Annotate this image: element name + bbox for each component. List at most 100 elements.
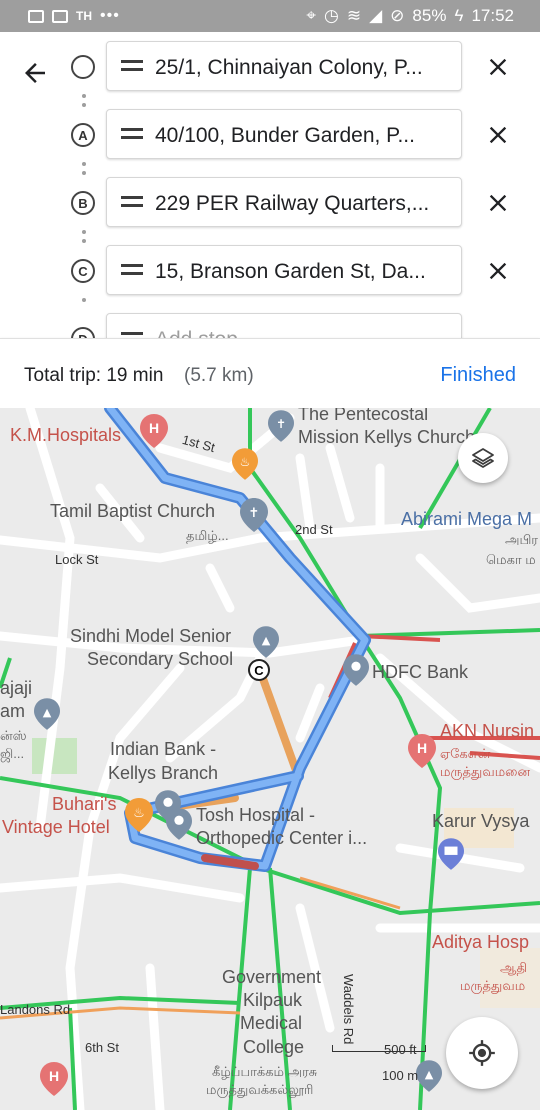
poi-label[interactable]: Karur Vysya <box>432 810 529 833</box>
close-icon[interactable] <box>484 121 512 149</box>
poi-label[interactable]: Buhari's <box>52 793 116 816</box>
poi-label-tamil: மருத்துவக்கல்லூரி <box>206 1082 314 1097</box>
poi-label-tamil: தமிழ்... <box>186 528 229 543</box>
poi-label[interactable]: HDFC Bank <box>372 661 468 684</box>
poi-label[interactable]: Orthopedic Center i... <box>196 827 367 850</box>
add-stop-field[interactable]: Add stop <box>106 313 462 338</box>
school-pin-icon[interactable]: ▲ <box>34 698 60 730</box>
svg-text:✝: ✝ <box>249 506 260 521</box>
street-label: Landons Rd <box>0 1002 71 1017</box>
origin-marker <box>71 55 95 79</box>
poi-label[interactable]: Secondary School <box>87 648 233 671</box>
poi-label[interactable]: Kellys Branch <box>108 762 218 785</box>
stop-b-field[interactable]: 229 PER Railway Quarters,... <box>106 177 462 227</box>
poi-label[interactable]: AKN Nursin <box>440 720 534 743</box>
svg-text:▲: ▲ <box>425 1068 434 1081</box>
poi-label[interactable]: Tosh Hospital - <box>196 804 315 827</box>
dnd-icon: ⊘ <box>390 6 405 25</box>
map-view[interactable]: H ♨ ✝ ✝ ▲ ▲ H ♨ H ▲ C K.M.Hospitals 1st … <box>0 408 540 1110</box>
drag-handle-icon[interactable] <box>121 60 143 72</box>
atm-pin-icon[interactable] <box>438 838 464 870</box>
hospital-pin-icon[interactable]: H <box>40 1062 68 1096</box>
route-connector <box>82 298 86 307</box>
svg-text:H: H <box>149 420 159 436</box>
school-pin-icon[interactable]: ▲ <box>416 1060 442 1092</box>
poi-label[interactable]: Tamil Baptist Church <box>50 500 215 523</box>
poi-label[interactable]: Mission Kellys Church <box>298 426 475 449</box>
total-trip-time: Total trip: 19 min <box>24 365 164 386</box>
svg-text:✝: ✝ <box>276 417 286 431</box>
stop-a-marker: A <box>71 123 95 147</box>
svg-text:H: H <box>417 740 427 756</box>
more-notifications-icon: ••• <box>100 7 120 24</box>
poi-label[interactable]: Kilpauk <box>243 989 302 1012</box>
street-label: 6th St <box>85 1040 119 1055</box>
origin-address: 25/1, Chinnaiyan Colony, P... <box>155 56 423 79</box>
svg-text:H: H <box>49 1068 59 1084</box>
hospital-pin-icon[interactable]: H <box>408 734 436 768</box>
poi-label[interactable]: The Pentecostal <box>298 408 428 426</box>
wifi-icon: ≋ <box>346 6 362 25</box>
carrier-label: TH <box>76 9 92 23</box>
map-stop-c-marker[interactable]: C <box>248 659 270 681</box>
trip-summary-bar: Total trip: 19 min (5.7 km) Finished <box>0 338 540 409</box>
poi-label[interactable]: Aditya Hosp <box>432 931 529 954</box>
stop-d-marker: D <box>71 327 95 338</box>
restaurant-pin-icon[interactable]: ♨ <box>232 448 258 480</box>
poi-label-tamil: மெகா ம <box>486 552 536 567</box>
svg-text:▲: ▲ <box>43 706 52 719</box>
drag-handle-icon[interactable] <box>121 264 143 276</box>
medical-pin-icon[interactable] <box>166 808 192 840</box>
poi-label[interactable]: College <box>243 1036 304 1059</box>
stop-b-marker: B <box>71 191 95 215</box>
battery-charging-icon: ϟ <box>454 6 464 25</box>
location-icon: ⌖ <box>306 6 316 25</box>
drag-handle-icon[interactable] <box>121 128 143 140</box>
poi-label-tamil: மருத்துவமனை <box>440 764 531 779</box>
scale-label-m: 100 m <box>382 1068 419 1083</box>
poi-label[interactable]: Vintage Hotel <box>2 816 110 839</box>
church-pin-icon[interactable]: ✝ <box>268 410 294 442</box>
stop-a-field[interactable]: 40/100, Bunder Garden, P... <box>106 109 462 159</box>
poi-label[interactable]: K.M.Hospitals <box>10 424 121 447</box>
my-location-icon <box>469 1040 495 1066</box>
add-stop-placeholder: Add stop <box>155 328 455 338</box>
scale-label-ft: 500 ft <box>384 1042 417 1057</box>
origin-field[interactable]: 25/1, Chinnaiyan Colony, P... <box>106 41 462 91</box>
poi-label[interactable]: Government <box>222 966 321 989</box>
poi-label[interactable]: Medical <box>240 1012 302 1035</box>
waypoint-row-origin: 25/1, Chinnaiyan Colony, P... <box>0 41 540 93</box>
battery-percent: 85% <box>412 6 447 25</box>
street-label: Waddels Rd <box>341 974 356 1045</box>
drag-handle-icon[interactable] <box>121 196 143 208</box>
hospital-pin-icon[interactable]: H <box>140 414 168 448</box>
poi-label[interactable]: Sindhi Model Senior <box>70 625 231 648</box>
waypoint-row-a: A 40/100, Bunder Garden, P... <box>0 109 540 161</box>
close-icon[interactable] <box>484 53 512 81</box>
directions-panel: 25/1, Chinnaiyan Colony, P... A 40/100, … <box>0 32 540 338</box>
bank-pin-icon[interactable] <box>343 654 369 686</box>
stop-c-address: 15, Branson Garden St, Da... <box>155 260 426 283</box>
gallery-icon <box>28 9 44 23</box>
poi-label-tamil: மருத்துவம <box>460 978 526 993</box>
layers-button[interactable] <box>458 433 508 483</box>
school-pin-icon[interactable]: ▲ <box>253 626 279 658</box>
stop-b-address: 229 PER Railway Quarters,... <box>155 192 430 215</box>
stop-a-address: 40/100, Bunder Garden, P... <box>155 124 415 147</box>
waypoint-row-b: B 229 PER Railway Quarters,... <box>0 177 540 229</box>
waypoint-row-d: D Add stop <box>0 313 540 338</box>
stop-c-field[interactable]: 15, Branson Garden St, Da... <box>106 245 462 295</box>
my-location-button[interactable] <box>446 1017 518 1089</box>
street-label: Lock St <box>55 552 99 567</box>
poi-label[interactable]: ajaji <box>0 677 32 700</box>
poi-label[interactable]: am <box>0 700 25 723</box>
alarm-icon: ◷ <box>324 6 339 25</box>
close-icon[interactable] <box>484 189 512 217</box>
signal-icon: ◢ <box>369 6 383 25</box>
restaurant-pin-icon[interactable]: ♨ <box>125 798 153 832</box>
layers-icon <box>472 448 494 468</box>
finished-button[interactable]: Finished <box>440 364 516 387</box>
church-pin-icon[interactable]: ✝ <box>240 498 268 532</box>
close-icon[interactable] <box>484 257 512 285</box>
poi-label[interactable]: Indian Bank - <box>110 738 216 761</box>
